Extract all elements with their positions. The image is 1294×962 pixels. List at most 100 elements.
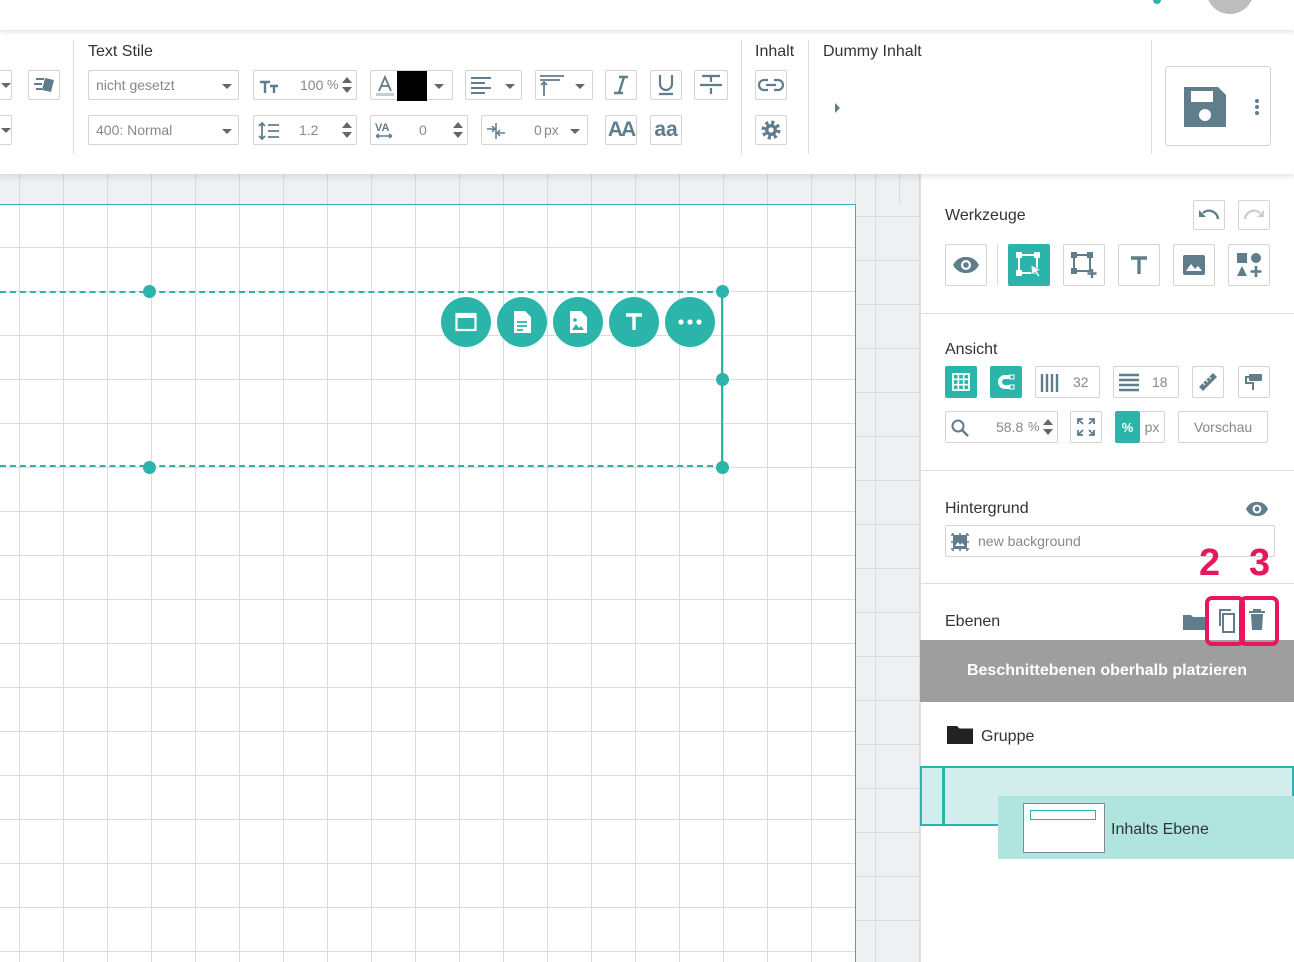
- style-select[interactable]: nicht gesetzt: [88, 70, 239, 100]
- underline-button[interactable]: [650, 70, 682, 100]
- avatar[interactable]: [1206, 0, 1254, 14]
- align-left-icon: [471, 77, 491, 94]
- background-section: Hintergrund new background: [920, 471, 1294, 584]
- more-horizontal-icon: [678, 319, 702, 325]
- add-frame-tool-button[interactable]: [1063, 244, 1105, 286]
- snap-toggle[interactable]: [990, 366, 1022, 398]
- clear-format-button[interactable]: [28, 70, 60, 100]
- text-align-select[interactable]: [465, 70, 522, 100]
- link-icon: [758, 78, 784, 92]
- clip-layers-banner[interactable]: Beschnittebenen oberhalb platzieren: [920, 640, 1294, 702]
- undo-button[interactable]: [1193, 200, 1225, 230]
- view-title: Ansicht: [945, 341, 998, 358]
- link-button[interactable]: [755, 70, 787, 100]
- background-input[interactable]: new background: [945, 525, 1275, 557]
- ruler-toggle[interactable]: [1192, 366, 1224, 398]
- tools-title: Werkzeuge: [945, 207, 1026, 224]
- dummy-content-title: Dummy Inhalt: [823, 43, 922, 60]
- italic-button[interactable]: [605, 70, 637, 100]
- grid-toggle[interactable]: [945, 366, 977, 398]
- canvas-grid: [856, 174, 920, 962]
- dragged-layer-item[interactable]: Inhalts Ebene: [998, 796, 1294, 859]
- chevron-down-icon: [222, 84, 232, 89]
- indent-unit: px: [544, 122, 559, 138]
- font-weight-value: 400: Normal: [96, 122, 173, 138]
- layer-group-row[interactable]: Gruppe: [920, 702, 1294, 766]
- unit-px-button[interactable]: px: [1140, 411, 1165, 443]
- save-button[interactable]: [1165, 66, 1271, 146]
- background-title: Hintergrund: [945, 500, 1029, 517]
- tools-section: Werkzeuge: [920, 174, 1294, 314]
- svg-text:VA: VA: [375, 122, 390, 134]
- add-text-button[interactable]: [609, 297, 659, 347]
- stepper-icon[interactable]: [1043, 419, 1053, 435]
- add-image-button[interactable]: [553, 297, 603, 347]
- stepper-icon[interactable]: [453, 122, 463, 138]
- font-size-icon: [260, 80, 278, 93]
- shapes-tool-button[interactable]: [1228, 244, 1270, 286]
- divider: [1151, 40, 1152, 154]
- format-paint-icon: [1245, 374, 1262, 390]
- letter-spacing-input[interactable]: VA 0: [370, 115, 468, 145]
- resize-handle-top-right[interactable]: [716, 285, 729, 298]
- color-swatch: [397, 71, 427, 101]
- unit-percent-button[interactable]: %: [1115, 411, 1140, 443]
- font-weight-select[interactable]: 400: Normal: [88, 115, 239, 145]
- uppercase-button[interactable]: AA: [605, 115, 637, 145]
- preview-tool-button[interactable]: [945, 244, 987, 286]
- thumbnail-frame: [1030, 810, 1096, 820]
- columns-input[interactable]: 32: [1035, 366, 1100, 398]
- more-vertical-icon[interactable]: [1254, 99, 1260, 115]
- letter-spacing-value: 0: [419, 122, 427, 138]
- zoom-input[interactable]: 58.8 %: [945, 411, 1058, 443]
- zoom-value: 58.8: [996, 419, 1024, 435]
- cut-off-select-bottom[interactable]: [0, 115, 12, 145]
- cut-off-select-top[interactable]: [0, 70, 12, 100]
- text-color-icon: [376, 74, 394, 96]
- lowercase-label: aa: [654, 118, 678, 141]
- text-tool-button[interactable]: [1118, 244, 1160, 286]
- undo-icon: [1199, 209, 1220, 220]
- format-painter-toggle[interactable]: [1238, 366, 1270, 398]
- stepper-icon[interactable]: [342, 122, 352, 138]
- preview-button[interactable]: Vorschau: [1178, 411, 1268, 443]
- resize-handle-bottom[interactable]: [143, 461, 156, 474]
- eye-icon[interactable]: [1245, 501, 1269, 517]
- strikethrough-button[interactable]: [694, 70, 728, 100]
- resize-handle-right[interactable]: [716, 373, 729, 386]
- resize-handle-bottom-right[interactable]: [716, 461, 729, 474]
- unit-percent-label: %: [1121, 419, 1134, 435]
- settings-button[interactable]: [755, 115, 787, 145]
- add-frame-button[interactable]: [441, 297, 491, 347]
- line-height-input[interactable]: 1.2: [253, 115, 357, 145]
- stepper-icon[interactable]: [342, 77, 352, 93]
- select-frame-icon: [1016, 252, 1043, 278]
- rows-input[interactable]: 18: [1113, 366, 1179, 398]
- eye-icon: [953, 257, 979, 273]
- clip-banner-label: Beschnittebenen oberhalb platzieren: [966, 662, 1248, 679]
- page-canvas[interactable]: [0, 204, 856, 962]
- folder-icon[interactable]: [1182, 613, 1206, 631]
- redo-icon: [1243, 209, 1264, 220]
- redo-button[interactable]: [1238, 200, 1270, 230]
- eraser-icon: [34, 78, 54, 92]
- canvas-area[interactable]: [0, 174, 920, 962]
- font-size-input[interactable]: 100 %: [253, 70, 357, 100]
- resize-handle-top[interactable]: [143, 285, 156, 298]
- fit-to-screen-button[interactable]: [1070, 411, 1102, 443]
- more-options-button[interactable]: [665, 297, 715, 347]
- view-section: Ansicht 32 18 58.8 % % px Vorschau: [920, 314, 1294, 471]
- layer-thumbnail: [1023, 803, 1105, 853]
- chevron-right-icon[interactable]: [835, 103, 840, 113]
- zoom-unit: %: [1028, 419, 1040, 434]
- strikethrough-icon: [700, 74, 722, 94]
- vertical-align-select[interactable]: [535, 70, 593, 100]
- indent-input[interactable]: 0 px: [481, 115, 588, 145]
- lowercase-button[interactable]: aa: [650, 115, 682, 145]
- letter-spacing-icon: VA: [375, 122, 393, 139]
- image-tool-button[interactable]: [1173, 244, 1215, 286]
- folder-icon: [947, 726, 973, 744]
- add-document-button[interactable]: [497, 297, 547, 347]
- text-color-picker[interactable]: [370, 70, 453, 101]
- select-tool-button[interactable]: [1008, 244, 1050, 286]
